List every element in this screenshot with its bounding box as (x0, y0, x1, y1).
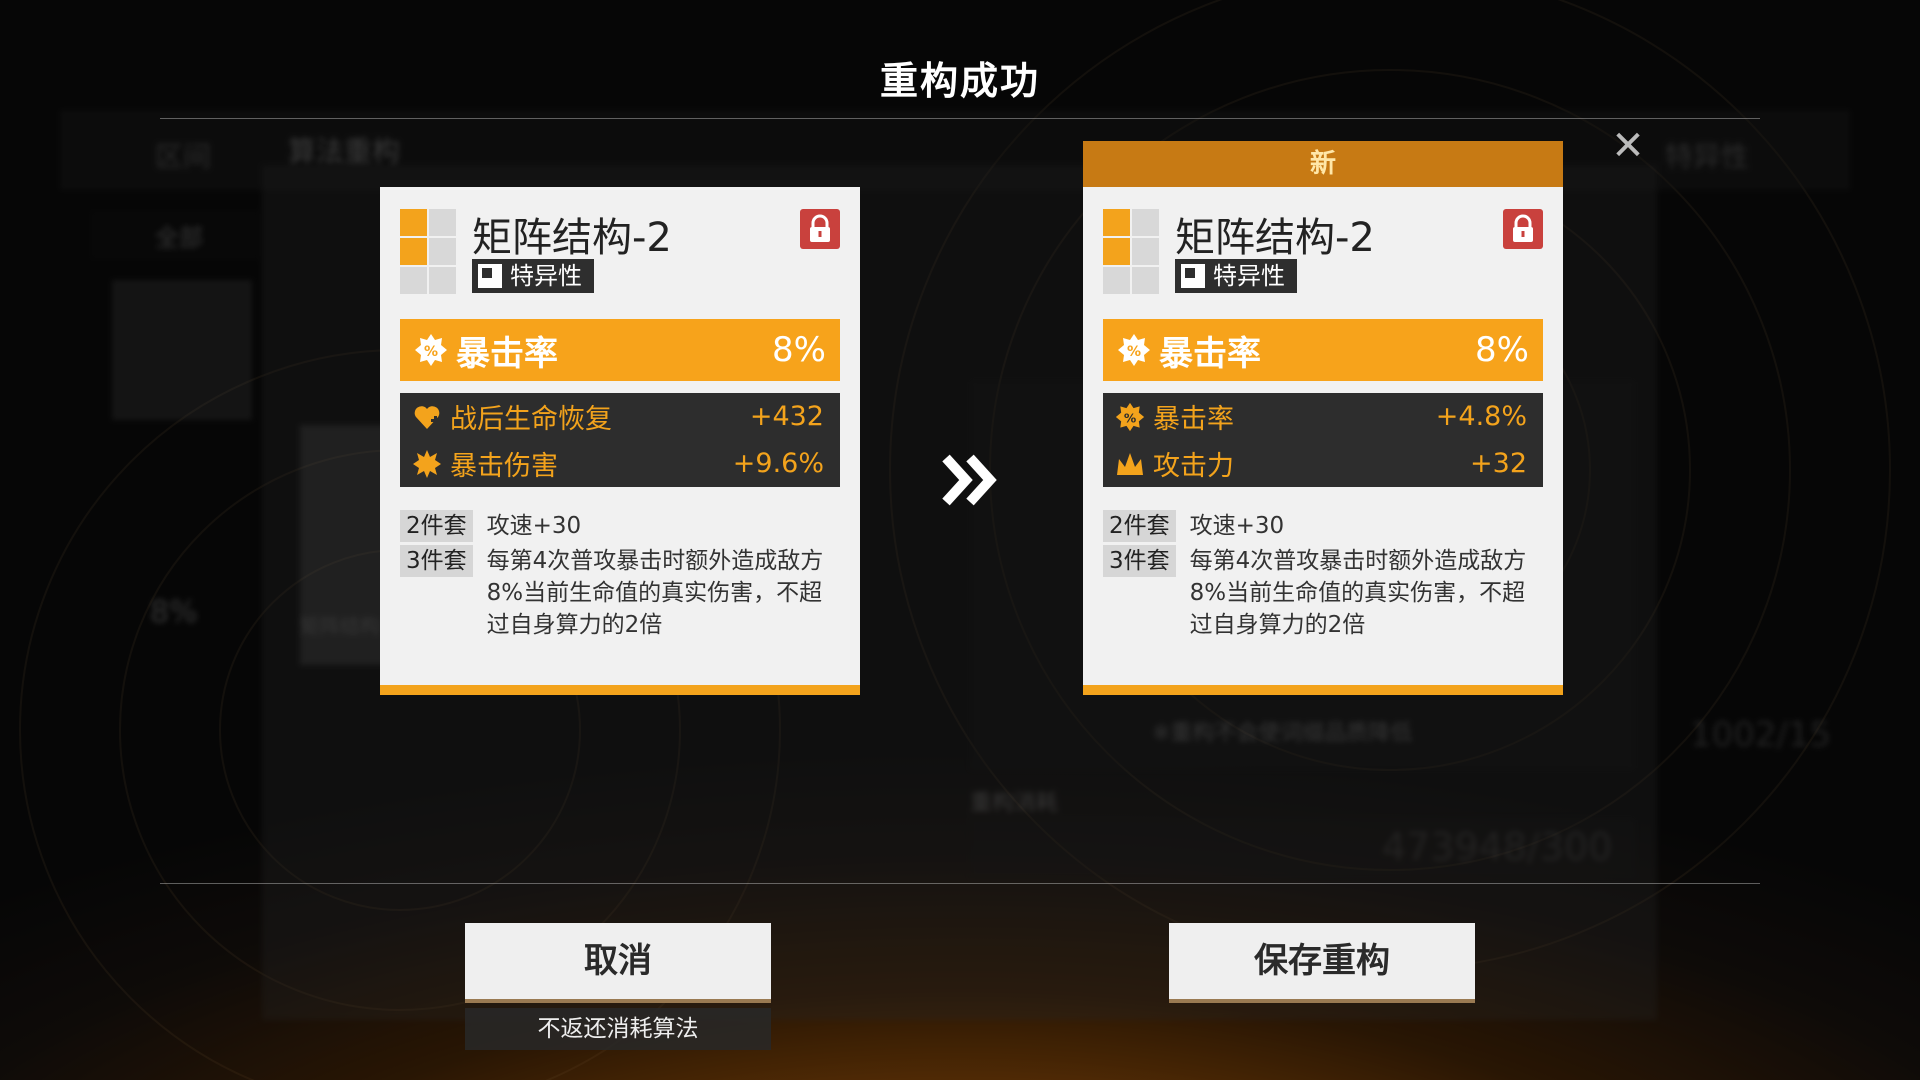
specificity-icon (478, 264, 502, 288)
set-bonus-3: 3件套 每第4次普攻暴击时额外造成敌方8%当前生命值的真实伤害，不超过自身算力的… (1103, 545, 1545, 641)
sub-stat-name: 战后生命恢复 (450, 404, 612, 435)
type-tag: 特异性 (1175, 259, 1297, 293)
set-text: 攻速+30 (486, 513, 582, 539)
module-name: 矩阵结构-2 (472, 215, 672, 261)
set-bonus-2: 2件套 攻速+30 (400, 510, 842, 542)
main-stat: % 暴击率 8% (400, 319, 840, 381)
dialog-title: 重构成功 (879, 59, 1040, 103)
save-refactor-button[interactable]: 保存重构 (1169, 923, 1475, 999)
new-badge: 新 (1083, 141, 1563, 187)
set-bonus-2: 2件套 攻速+30 (1103, 510, 1545, 542)
sub-stat-name: 暴击率 (1153, 404, 1234, 435)
module-name: 矩阵结构-2 (1175, 215, 1375, 261)
main-stat-name: 暴击率 (1159, 333, 1261, 374)
sub-stat-row: 攻击力 +32 (1103, 440, 1543, 487)
crit-rate-icon: % (415, 334, 447, 366)
crit-rate-icon: % (1118, 334, 1150, 366)
crit-damage-icon (413, 449, 441, 478)
set-text: 每第4次普攻暴击时额外造成敌方8%当前生命值的真实伤害，不超过自身算力的2倍 (486, 548, 824, 638)
svg-text:%: % (1124, 411, 1136, 425)
lock-icon[interactable] (800, 209, 840, 249)
sub-stat-row: % 暴击率 +4.8% (1103, 393, 1543, 440)
crit-rate-icon: % (1115, 402, 1145, 431)
main-stat: % 暴击率 8% (1103, 319, 1543, 381)
slot-grid-icon (400, 209, 458, 295)
svg-text:%: % (424, 344, 438, 360)
set-text: 攻速+30 (1189, 513, 1285, 539)
heart-heal-icon (414, 405, 440, 429)
new-module-card: 矩阵结构-2 特异性 % 暴击率 8% % 暴击率 +4.8% 攻击力 +32 … (1083, 187, 1563, 695)
sub-stat-value: +9.6% (732, 448, 824, 479)
cancel-note: 不返还消耗算法 (465, 1008, 771, 1050)
svg-text:%: % (1127, 344, 1141, 360)
main-stat-name: 暴击率 (456, 333, 558, 374)
set-tag: 3件套 (400, 545, 473, 577)
set-text: 每第4次普攻暴击时额外造成敌方8%当前生命值的真实伤害，不超过自身算力的2倍 (1189, 548, 1527, 638)
close-button[interactable]: ✕ (1608, 126, 1648, 166)
set-tag: 3件套 (1103, 545, 1176, 577)
sub-stats: 战后生命恢复 +432 暴击伤害 +9.6% (400, 393, 840, 487)
double-chevron-right-icon (942, 454, 997, 506)
set-tag: 2件套 (1103, 510, 1176, 542)
attack-crown-icon (1117, 452, 1143, 475)
set-tag: 2件套 (400, 510, 473, 542)
sub-stat-value: +32 (1470, 448, 1527, 479)
type-label: 特异性 (1213, 262, 1285, 290)
old-module-card: 矩阵结构-2 特异性 % 暴击率 8% 战后生命恢复 +432 暴击伤害 +9.… (380, 187, 860, 695)
type-tag: 特异性 (472, 259, 594, 293)
bottom-divider (160, 883, 1760, 884)
lock-icon[interactable] (1503, 209, 1543, 249)
top-divider (160, 118, 1760, 119)
main-stat-value: 8% (1475, 330, 1529, 370)
sub-stat-name: 攻击力 (1153, 451, 1234, 482)
sub-stat-row: 暴击伤害 +9.6% (400, 440, 840, 487)
main-stat-value: 8% (772, 330, 826, 370)
cancel-button[interactable]: 取消 (465, 923, 771, 999)
sub-stats: % 暴击率 +4.8% 攻击力 +32 (1103, 393, 1543, 487)
slot-grid-icon (1103, 209, 1161, 295)
sub-stat-name: 暴击伤害 (450, 451, 558, 482)
set-bonus-3: 3件套 每第4次普攻暴击时额外造成敌方8%当前生命值的真实伤害，不超过自身算力的… (400, 545, 842, 641)
type-label: 特异性 (510, 262, 582, 290)
specificity-icon (1181, 264, 1205, 288)
sub-stat-value: +4.8% (1435, 401, 1527, 432)
sub-stat-row: 战后生命恢复 +432 (400, 393, 840, 440)
sub-stat-value: +432 (749, 401, 824, 432)
